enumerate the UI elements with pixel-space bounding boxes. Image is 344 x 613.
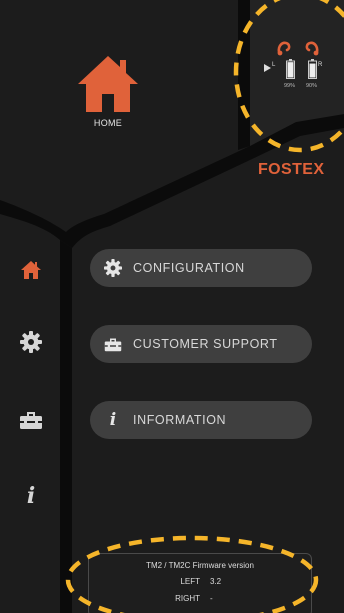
firmware-left-value: 3.2 (210, 577, 222, 586)
right-battery-icon (308, 59, 317, 79)
firmware-left-label: LEFT (180, 577, 200, 586)
sidebar-item-information[interactable]: i (17, 482, 45, 510)
configuration-label: CONFIGURATION (133, 261, 245, 275)
toolbox-icon (20, 412, 42, 429)
firmware-title: TM2 / TM2C Firmware version (146, 561, 254, 570)
home-icon (78, 56, 138, 112)
home-header: HOME (66, 54, 150, 128)
gear-icon (104, 259, 122, 277)
gear-icon (20, 331, 42, 353)
information-label: INFORMATION (133, 413, 227, 427)
sidebar-item-home[interactable] (17, 256, 45, 284)
customer-support-button[interactable]: CUSTOMER SUPPORT (90, 325, 312, 363)
brand-logo: FOSTEX (258, 161, 325, 178)
firmware-right-row: RIGHT - (89, 594, 311, 603)
firmware-version-panel: TM2 / TM2C Firmware version LEFT 3.2 RIGH… (88, 553, 312, 613)
right-earbud-icon (305, 41, 319, 56)
right-battery-percent: 90% (306, 83, 318, 89)
sidebar-item-customer-support[interactable] (17, 406, 45, 434)
left-channel-label: L (272, 62, 276, 68)
toolbox-icon (104, 338, 122, 351)
information-button[interactable]: i INFORMATION (90, 401, 312, 439)
firmware-right-value: - (210, 594, 213, 603)
sidebar-item-configuration[interactable] (17, 328, 45, 356)
left-battery-percent: 99% (284, 83, 296, 89)
info-icon: i (26, 483, 36, 509)
play-indicator-icon (264, 64, 271, 72)
left-battery-icon (286, 59, 295, 79)
left-earbud-icon (277, 41, 291, 56)
firmware-right-label: RIGHT (175, 594, 200, 603)
configuration-button[interactable]: CONFIGURATION (90, 249, 312, 287)
info-icon: i (109, 410, 117, 430)
home-label: HOME (93, 118, 123, 128)
home-icon (21, 261, 41, 279)
customer-support-label: CUSTOMER SUPPORT (133, 337, 278, 351)
firmware-left-row: LEFT 3.2 (89, 577, 311, 586)
right-channel-label: R (318, 62, 323, 68)
earbud-status: L R 99% 90% (262, 40, 332, 96)
app-screen: HOME L R 99% 90% FOSTEX i CONFIGURATION … (0, 0, 344, 613)
